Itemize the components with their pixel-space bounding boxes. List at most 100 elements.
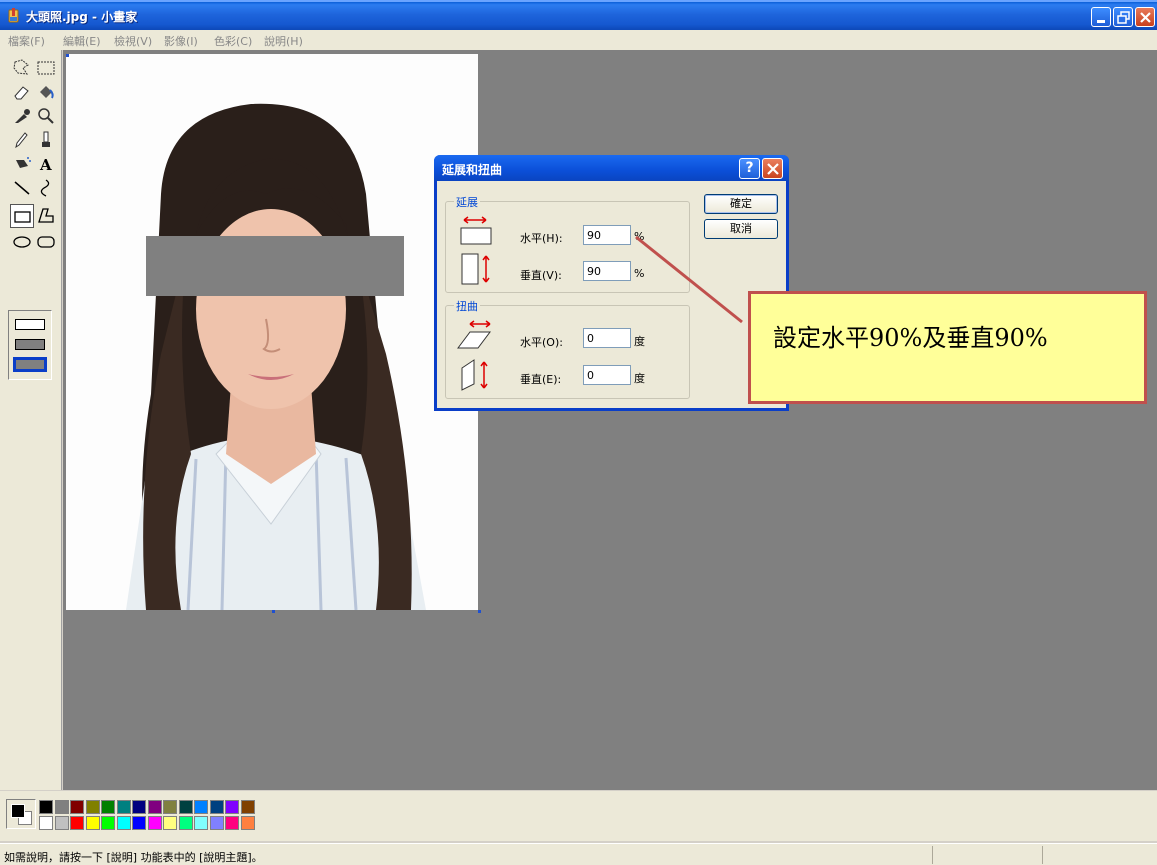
- color-swatch[interactable]: [163, 800, 177, 814]
- tool-ellipse[interactable]: [10, 230, 34, 254]
- tool-text[interactable]: A: [34, 152, 58, 176]
- tool-line[interactable]: [10, 176, 34, 200]
- line-icon: [14, 181, 30, 195]
- brush-icon: [42, 131, 50, 147]
- close-button[interactable]: [1135, 7, 1155, 27]
- stretch-vertical-icon: [461, 253, 490, 285]
- cancel-button[interactable]: 取消: [704, 219, 778, 239]
- minimize-button[interactable]: [1091, 7, 1111, 27]
- status-pane-coords: [932, 846, 1042, 864]
- color-swatch[interactable]: [147, 816, 162, 830]
- skew-v-input[interactable]: [583, 365, 631, 385]
- close-icon: [767, 163, 779, 175]
- restore-icon: [1117, 11, 1130, 24]
- tool-magnifier[interactable]: [34, 104, 58, 128]
- stretch-h-unit: %: [634, 230, 645, 243]
- color-swatch[interactable]: [194, 800, 208, 814]
- tool-fill[interactable]: [34, 80, 58, 104]
- minimize-icon: [1097, 20, 1105, 23]
- restore-button[interactable]: [1113, 7, 1133, 27]
- color-swatch[interactable]: [54, 800, 69, 814]
- callout-text: 設定水平90%及垂直90%: [773, 324, 1048, 352]
- color-swatch[interactable]: [194, 816, 208, 830]
- skew-v-unit: 度: [634, 372, 645, 385]
- color-swatch[interactable]: [39, 816, 53, 830]
- color-swatch[interactable]: [209, 800, 224, 814]
- annotation-callout: 設定水平90%及垂直90%: [748, 291, 1147, 404]
- stretch-v-input[interactable]: [583, 261, 631, 281]
- menu-file[interactable]: 檔案(F): [8, 33, 45, 49]
- stretch-h-input[interactable]: [583, 225, 631, 245]
- tool-airbrush[interactable]: [10, 152, 34, 176]
- color-swatch[interactable]: [101, 816, 115, 830]
- tool-rectangle[interactable]: [10, 204, 34, 228]
- menu-bar: 檔案(F) 編輯(E) 檢視(V) 影像(I) 色彩(C) 說明(H): [0, 30, 1157, 50]
- tool-curve[interactable]: [34, 176, 58, 200]
- status-pane-size: [1042, 846, 1157, 864]
- menu-colors[interactable]: 色彩(C): [214, 33, 252, 49]
- color-swatch[interactable]: [39, 800, 53, 814]
- menu-help[interactable]: 說明(H): [264, 33, 303, 49]
- current-colors[interactable]: [6, 799, 36, 829]
- portrait-photo: [66, 54, 478, 610]
- fill-option-outline[interactable]: [15, 319, 45, 330]
- canvas-image[interactable]: [66, 54, 478, 610]
- dialog-help-button[interactable]: ?: [739, 158, 760, 179]
- color-swatch[interactable]: [116, 816, 131, 830]
- color-swatch[interactable]: [132, 816, 146, 830]
- stretch-group-label: 延展: [454, 194, 480, 210]
- resize-handle-br[interactable]: [478, 610, 481, 613]
- color-swatch[interactable]: [70, 800, 84, 814]
- polygon-icon: [38, 208, 54, 223]
- rectangle-icon: [14, 211, 31, 223]
- tool-polygon[interactable]: [34, 204, 58, 228]
- fill-option-outline-fill[interactable]: [15, 339, 45, 350]
- dialog-close-button[interactable]: [762, 158, 783, 179]
- toolbox: A: [0, 50, 62, 790]
- window-title: 大頭照.jpg - 小畫家: [26, 10, 138, 24]
- tool-color-picker[interactable]: [10, 104, 34, 128]
- resize-handle: [66, 54, 69, 57]
- tool-options: [8, 310, 52, 380]
- airbrush-icon: [16, 157, 31, 168]
- resize-handle-b[interactable]: [272, 610, 275, 613]
- color-swatch[interactable]: [163, 816, 177, 830]
- skew-v-label: 垂直(E):: [520, 373, 562, 386]
- menu-edit[interactable]: 編輯(E): [63, 33, 101, 49]
- tool-pencil[interactable]: [10, 128, 34, 152]
- skew-h-input[interactable]: [583, 328, 631, 348]
- free-form-select-icon: [13, 59, 29, 75]
- skew-group-label: 扭曲: [454, 298, 480, 314]
- color-swatch[interactable]: [70, 816, 84, 830]
- color-swatch[interactable]: [54, 816, 69, 830]
- color-swatch[interactable]: [85, 800, 100, 814]
- color-swatch[interactable]: [101, 800, 115, 814]
- close-icon: [1140, 12, 1151, 23]
- ok-button[interactable]: 確定: [704, 194, 778, 214]
- color-swatch[interactable]: [240, 800, 255, 814]
- color-swatch[interactable]: [225, 800, 239, 814]
- color-picker-icon: [15, 109, 30, 123]
- dialog-title: 延展和扭曲: [442, 163, 503, 177]
- color-swatch[interactable]: [147, 800, 162, 814]
- color-swatch[interactable]: [240, 816, 255, 830]
- menu-image[interactable]: 影像(I): [164, 33, 198, 49]
- color-swatch[interactable]: [178, 800, 193, 814]
- color-swatch[interactable]: [116, 800, 131, 814]
- tool-rounded-rect[interactable]: [34, 230, 58, 254]
- rect-select-icon: [37, 61, 55, 75]
- tool-eraser[interactable]: [10, 80, 34, 104]
- menu-view[interactable]: 檢視(V): [114, 33, 152, 49]
- color-swatch[interactable]: [209, 816, 224, 830]
- fill-option-fill[interactable]: [15, 359, 45, 370]
- tool-free-form-select[interactable]: [10, 56, 34, 80]
- tool-brush[interactable]: [34, 128, 58, 152]
- stretch-v-unit: %: [634, 267, 645, 280]
- skew-horizontal-icon: [457, 320, 491, 349]
- tool-rect-select[interactable]: [34, 56, 58, 80]
- color-swatch[interactable]: [132, 800, 146, 814]
- stretch-group: 延展 水平(H): % 垂直(V): %: [445, 194, 690, 293]
- color-swatch[interactable]: [225, 816, 239, 830]
- color-swatch[interactable]: [178, 816, 193, 830]
- color-swatch[interactable]: [85, 816, 100, 830]
